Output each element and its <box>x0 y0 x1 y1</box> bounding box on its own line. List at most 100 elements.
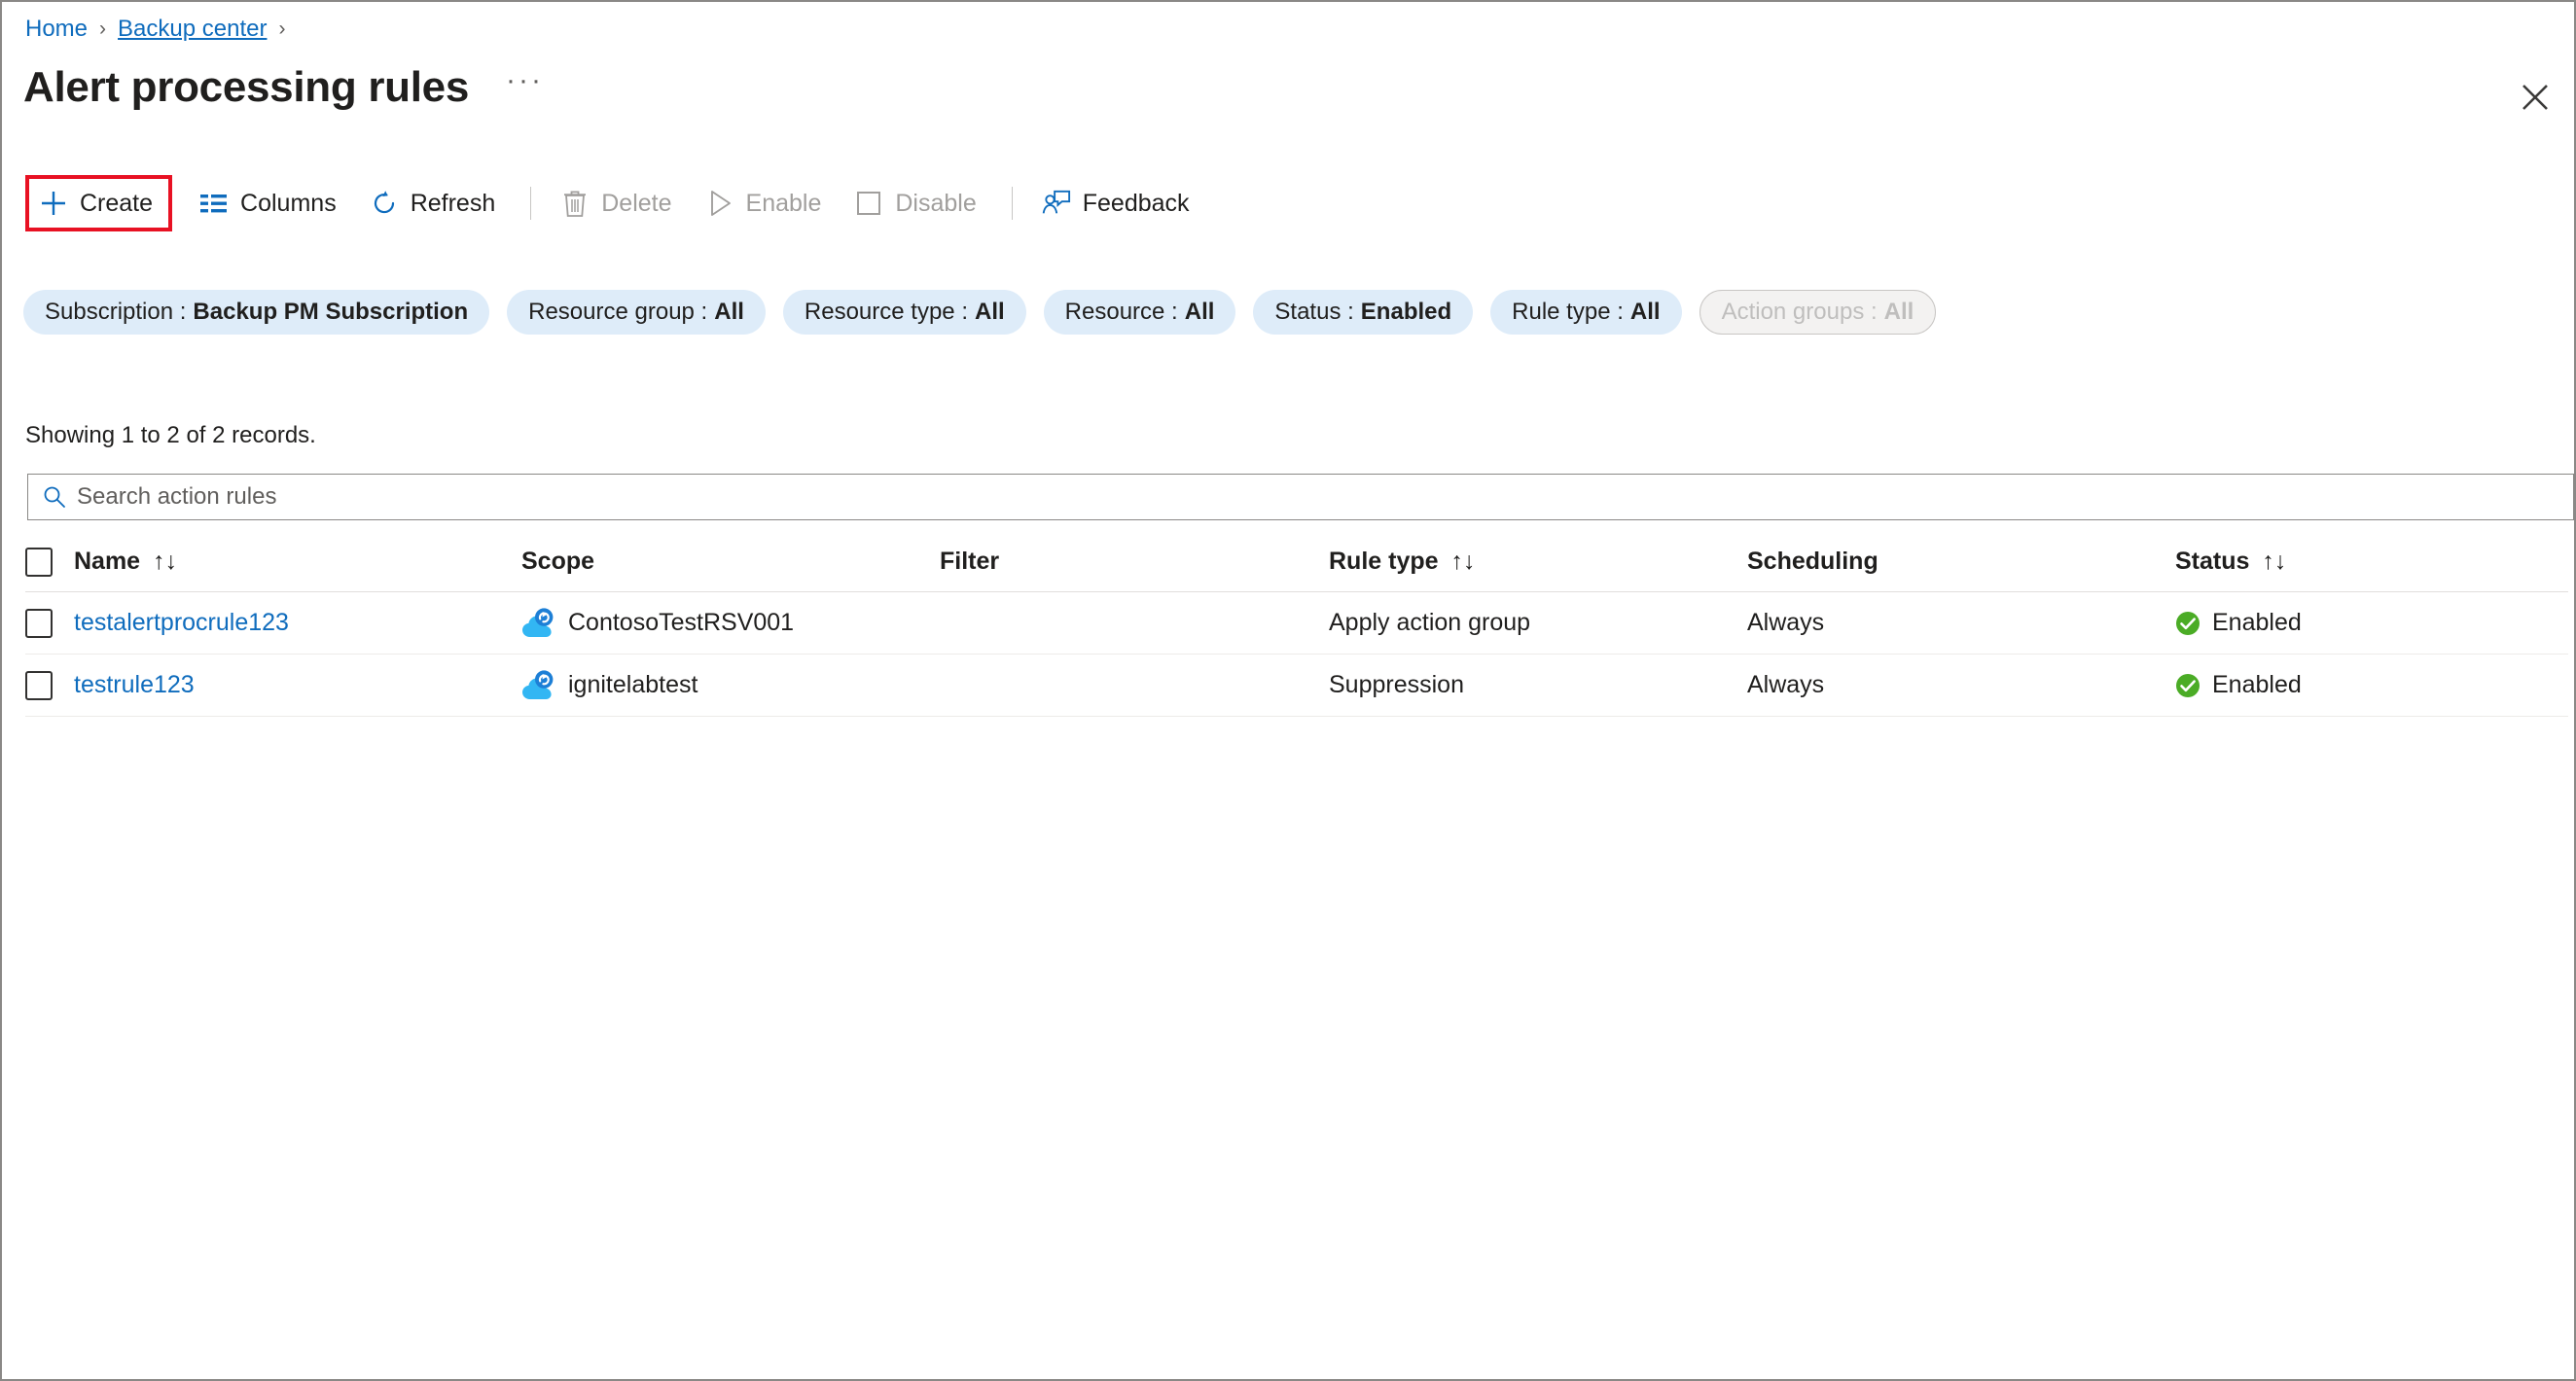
select-all-checkbox[interactable] <box>25 547 53 577</box>
recovery-services-vault-icon <box>521 607 555 640</box>
sort-icon-rule-type[interactable]: ↑↓ <box>1451 548 1476 576</box>
row-status-cell: Enabled <box>2175 609 2568 637</box>
filter-pill-resource-type-label: Resource type <box>804 299 955 325</box>
enable-button-label: Enable <box>745 189 822 217</box>
feedback-button[interactable]: Feedback <box>1028 179 1203 228</box>
row-scheduling-cell: Always <box>1747 609 1825 636</box>
row-status-label: Enabled <box>2212 671 2302 698</box>
row-name-cell: testalertprocrule123 <box>74 609 521 637</box>
alert-processing-rules-table: Name ↑↓ Scope Filter Rule type ↑↓ Schedu… <box>25 532 2568 717</box>
delete-button: Delete <box>547 179 685 228</box>
page-title: Alert processing rules <box>23 63 469 111</box>
table-header-row: Name ↑↓ Scope Filter Rule type ↑↓ Schedu… <box>25 532 2568 592</box>
create-button[interactable]: Create <box>25 175 173 231</box>
row-status-cell: Enabled <box>2175 671 2568 699</box>
column-header-rule-type[interactable]: Rule type ↑↓ <box>1329 548 1747 576</box>
column-header-filter-label: Filter <box>940 548 1000 575</box>
filter-pill-resource-group-label: Resource group <box>528 299 695 325</box>
row-scope-cell: ContosoTestRSV001 <box>521 607 940 640</box>
create-button-label: Create <box>80 189 154 217</box>
toolbar-divider-2 <box>1011 187 1013 220</box>
column-header-scope[interactable]: Scope <box>521 548 940 576</box>
column-header-filter[interactable]: Filter <box>940 548 1329 576</box>
row-name-cell: testrule123 <box>74 671 521 699</box>
filter-pill-status[interactable]: Status : Enabled <box>1253 290 1474 335</box>
breadcrumb-item-backup-center[interactable]: Backup center <box>118 15 267 44</box>
column-header-rule-type-label: Rule type <box>1329 548 1439 575</box>
column-header-scheduling-label: Scheduling <box>1747 548 1878 575</box>
toolbar-divider <box>530 187 532 220</box>
rule-link[interactable]: testrule123 <box>74 671 195 699</box>
filter-pill-rule-type-value: All <box>1629 299 1661 325</box>
more-options-icon[interactable]: ··· <box>506 66 544 104</box>
search-icon <box>42 484 67 510</box>
filter-pill-resource[interactable]: Resource : All <box>1043 290 1236 335</box>
sort-icon-name[interactable]: ↑↓ <box>153 548 177 576</box>
square-icon <box>854 189 883 218</box>
breadcrumb: Home › Backup center › <box>25 15 297 44</box>
recovery-services-vault-icon <box>521 669 555 702</box>
filter-pill-rule-type[interactable]: Rule type : All <box>1490 290 1682 335</box>
filter-pill-resource-group[interactable]: Resource group : All <box>507 290 766 335</box>
check-circle-icon <box>2175 611 2200 636</box>
refresh-button-label: Refresh <box>410 189 496 217</box>
filter-pill-resource-label: Resource <box>1064 299 1165 325</box>
filter-pill-status-label: Status <box>1274 299 1342 325</box>
filter-pill-action-groups-label: Action groups <box>1721 299 1865 325</box>
disable-button: Disable <box>841 179 989 228</box>
search-input[interactable] <box>77 475 2573 519</box>
breadcrumb-separator-icon: › <box>99 18 107 40</box>
column-header-scope-label: Scope <box>521 548 595 575</box>
table-row[interactable]: testalertprocrule123 ContosoTestRSV001 A… <box>25 592 2568 655</box>
refresh-button[interactable]: Refresh <box>356 179 510 228</box>
table-row[interactable]: testrule123 ignitelabtest Suppression Al… <box>25 655 2568 717</box>
row-scope-label: ignitelabtest <box>568 671 698 698</box>
filter-pill-subscription-label: Subscription <box>45 299 174 325</box>
filter-pill-bar: Subscription : Backup PM Subscription Re… <box>23 290 1953 335</box>
row-rule-type-cell: Suppression <box>1329 671 1464 698</box>
row-scheduling-cell: Always <box>1747 671 1825 698</box>
filter-pill-status-value: Enabled <box>1360 299 1452 325</box>
row-select-cell <box>25 670 74 700</box>
records-count-text: Showing 1 to 2 of 2 records. <box>25 422 316 448</box>
feedback-icon <box>1042 189 1071 218</box>
trash-icon <box>560 189 590 218</box>
refresh-icon <box>370 189 399 218</box>
row-checkbox[interactable] <box>25 670 53 700</box>
sort-icon-status[interactable]: ↑↓ <box>2262 548 2286 576</box>
filter-pill-rule-type-label: Rule type <box>1512 299 1611 325</box>
search-box[interactable] <box>27 474 2574 520</box>
title-row: Alert processing rules ··· <box>23 62 544 113</box>
filter-pill-action-groups: Action groups : All <box>1699 290 1937 335</box>
play-icon <box>705 189 734 218</box>
column-header-status[interactable]: Status ↑↓ <box>2175 548 2568 576</box>
row-scope-label: ContosoTestRSV001 <box>568 609 795 636</box>
filter-pill-action-groups-value: All <box>1883 299 1914 325</box>
row-checkbox[interactable] <box>25 608 53 638</box>
row-rule-type-cell: Apply action group <box>1329 609 1531 636</box>
select-all-header <box>25 547 74 577</box>
column-header-scheduling[interactable]: Scheduling <box>1747 548 2175 576</box>
breadcrumb-item-home[interactable]: Home <box>25 15 88 44</box>
filter-pill-subscription[interactable]: Subscription : Backup PM Subscription <box>23 290 490 335</box>
columns-button-label: Columns <box>240 189 337 217</box>
row-select-cell <box>25 608 74 638</box>
close-icon <box>2522 85 2548 110</box>
column-header-name[interactable]: Name ↑↓ <box>74 548 521 576</box>
columns-button[interactable]: Columns <box>186 179 350 228</box>
filter-pill-subscription-value: Backup PM Subscription <box>193 299 469 325</box>
row-scope-cell: ignitelabtest <box>521 669 940 702</box>
feedback-button-label: Feedback <box>1082 189 1190 217</box>
breadcrumb-separator-icon-2: › <box>278 18 286 40</box>
filter-pill-resource-type-value: All <box>975 299 1005 325</box>
columns-icon <box>199 189 229 218</box>
column-header-status-label: Status <box>2175 548 2250 575</box>
filter-pill-resource-type[interactable]: Resource type : All <box>782 290 1026 335</box>
enable-button: Enable <box>692 179 836 228</box>
disable-button-label: Disable <box>895 189 977 217</box>
row-status-label: Enabled <box>2212 609 2302 636</box>
close-button[interactable] <box>2512 74 2558 121</box>
plus-icon <box>39 189 68 218</box>
rule-link[interactable]: testalertprocrule123 <box>74 609 289 637</box>
azure-portal-blade: Home › Backup center › Alert processing … <box>0 0 2576 1381</box>
